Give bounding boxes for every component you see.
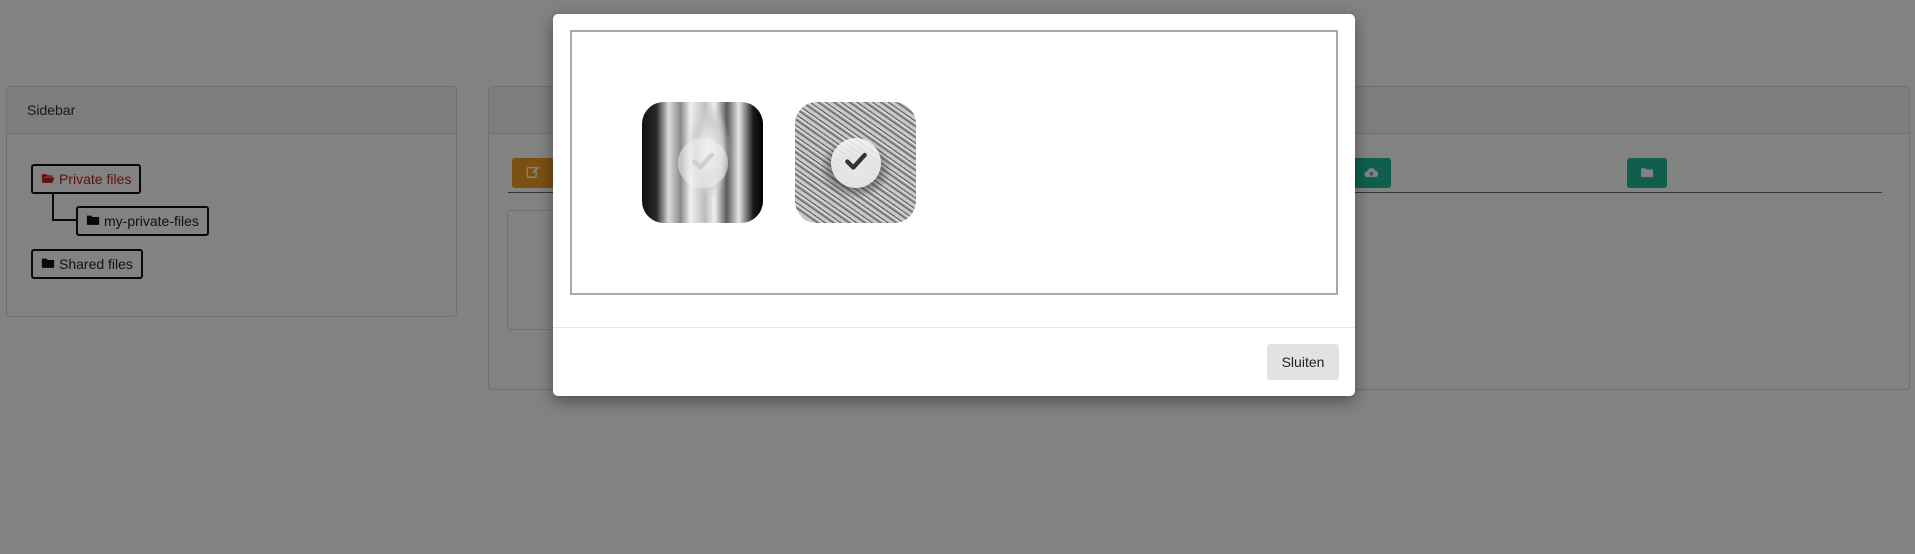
image-thumbnail[interactable] — [795, 102, 916, 223]
check-icon — [843, 148, 869, 177]
check-icon — [690, 148, 716, 177]
selected-badge — [677, 137, 728, 188]
image-thumbnail[interactable] — [642, 102, 763, 223]
modal-footer-divider — [553, 327, 1355, 328]
image-picker-modal: Sluiten — [553, 14, 1355, 396]
selected-badge — [830, 137, 881, 188]
image-grid-frame — [570, 30, 1338, 295]
close-button[interactable]: Sluiten — [1267, 344, 1339, 380]
